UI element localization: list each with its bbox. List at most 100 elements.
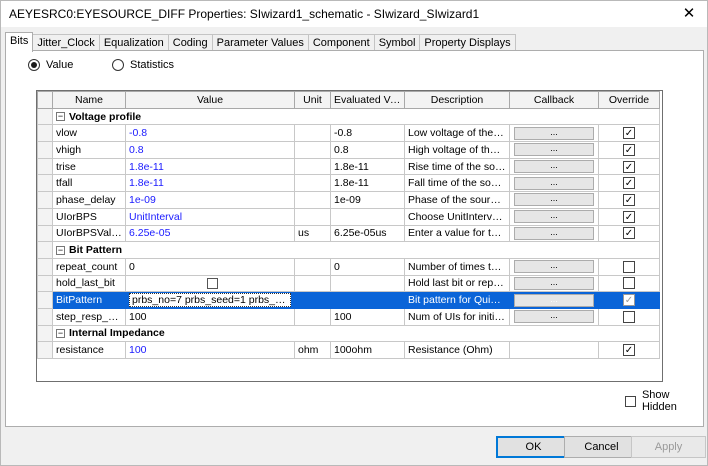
override-checkbox[interactable] [623,260,635,273]
parameter-name-cell[interactable]: tfall [52,174,126,193]
row-header[interactable] [37,224,53,243]
parameter-name-cell[interactable]: vlow [52,124,126,143]
collapse-toggle-icon[interactable]: − [56,329,65,339]
override-checkbox[interactable]: ✓ [623,344,635,357]
override-checkbox[interactable]: ✓ [623,294,635,307]
column-header-unit[interactable]: Unit [294,91,331,109]
parameter-name-cell[interactable]: trise [52,157,126,176]
callback-button[interactable]: ... [514,293,594,307]
table-row[interactable]: hold_last_bit Hold last bit or repeat t..… [37,274,660,293]
parameter-value-cell[interactable]: prbs_no=7 prbs_seed=1 prbs_bitlength=... [125,291,295,309]
column-header-name[interactable]: Name [52,91,126,109]
parameter-value-cell[interactable]: 1.8e-11 [125,157,295,176]
callback-button[interactable]: ... [514,310,594,324]
table-row[interactable]: tfall 1.8e-11 1.8e-11 Fall time of the sour… [37,174,660,193]
bit-pattern-value-input[interactable]: prbs_no=7 prbs_seed=1 prbs_bitlength=... [129,293,291,308]
table-row[interactable]: vlow-0.8-0.8Low voltage of the sour.....… [37,124,660,143]
callback-button[interactable]: ... [514,176,594,190]
callback-button[interactable]: ... [514,126,594,140]
tab-property-displays[interactable]: Property Displays [419,34,516,51]
parameter-name-cell[interactable]: phase_delay [52,191,126,209]
callback-button[interactable]: ... [514,210,594,224]
callback-button[interactable]: ... [514,260,594,274]
column-header-override[interactable]: Override [598,91,660,109]
parameter-value-cell[interactable] [125,274,295,293]
override-checkbox[interactable]: ✓ [623,127,635,140]
tab-equalization[interactable]: Equalization [98,34,169,51]
parameter-name-cell[interactable]: hold_last_bit [52,274,126,293]
parameter-value-cell[interactable]: 6.25e-05 [125,224,295,243]
row-header[interactable] [37,291,53,309]
row-header[interactable] [37,207,53,226]
row-header[interactable] [37,341,53,359]
callback-button[interactable]: ... [514,160,594,174]
apply-button[interactable]: Apply [631,436,706,458]
table-row[interactable]: resistance 100 ohm 100ohm Resistance (Ohm) ✓ [37,341,660,359]
override-checkbox[interactable]: ✓ [623,193,635,206]
parameter-name-cell[interactable]: UIorBPSValue [52,224,126,243]
tab-parameter-values[interactable]: Parameter Values [211,34,309,51]
override-checkbox[interactable]: ✓ [623,143,635,156]
parameter-value-cell[interactable]: 0 [125,257,295,276]
row-header[interactable] [37,141,53,159]
show-hidden-option[interactable]: Show Hidden [625,389,707,413]
parameter-name-cell[interactable]: step_resp_nu... [52,307,126,326]
table-row[interactable]: repeat_count00Number of times to rep....… [37,257,660,276]
parameter-value-cell[interactable]: UnitInterval [125,207,295,226]
parameter-value-cell[interactable]: -0.8 [125,124,295,143]
column-header-description[interactable]: Description [404,91,510,109]
cancel-button[interactable]: Cancel [564,436,639,458]
parameter-value-cell[interactable]: 100 [125,341,295,359]
ok-button[interactable]: OK [496,436,571,458]
row-header[interactable] [37,307,53,326]
column-header-callback[interactable]: Callback [509,91,599,109]
parameter-name-cell[interactable]: vhigh [52,141,126,159]
row-header[interactable] [37,191,53,209]
override-checkbox[interactable]: ✓ [623,227,635,240]
table-row[interactable]: step_resp_nu... 100 100 Num of UIs for init… [37,307,660,326]
table-row[interactable]: UIorBPSValue 6.25e-05 us 6.25e-05us Enter a … [37,224,660,243]
override-checkbox[interactable]: ✓ [623,177,635,190]
parameter-name-cell[interactable]: BitPattern [52,291,126,309]
tab-bits[interactable]: Bits [5,32,34,52]
callback-button[interactable]: ... [514,226,594,240]
override-checkbox[interactable]: ✓ [623,210,635,223]
parameter-name-cell[interactable]: resistance [52,341,126,359]
collapse-toggle-icon[interactable]: − [56,112,65,122]
row-header[interactable] [37,157,53,176]
column-header-evaluated-value[interactable]: Evaluated Value [330,91,405,109]
parameter-name-cell[interactable]: repeat_count [52,257,126,276]
callback-button[interactable]: ... [514,193,594,207]
table-row[interactable]: BitPattern prbs_no=7 prbs_seed=1 prbs_bit… [37,291,660,309]
parameter-value-cell[interactable]: 0.8 [125,141,295,159]
row-header[interactable] [37,124,53,143]
parameter-name-cell[interactable]: UIorBPS [52,207,126,226]
override-checkbox[interactable] [623,277,635,290]
table-row[interactable]: phase_delay 1e-09 1e-09 Phase of the source… [37,191,660,209]
collapse-toggle-icon[interactable]: − [56,245,65,255]
hold-last-bit-checkbox[interactable] [207,278,218,290]
parameter-value-cell[interactable]: 1e-09 [125,191,295,209]
override-checkbox[interactable] [623,310,635,323]
row-header[interactable] [37,174,53,193]
statistics-radio-option[interactable]: Statistics [112,59,174,71]
close-icon[interactable]: ✕ [679,4,699,24]
callback-button[interactable]: ... [514,276,594,290]
row-header[interactable] [37,274,53,293]
override-checkbox[interactable]: ✓ [623,160,635,173]
parameter-value-cell[interactable]: 1.8e-11 [125,174,295,193]
tab-coding[interactable]: Coding [167,34,213,51]
table-row[interactable]: trise 1.8e-11 1.8e-11 Rise time of the sour… [37,157,660,176]
tab-jitter-clock[interactable]: Jitter_Clock [32,34,100,51]
value-radio[interactable] [28,59,40,71]
show-hidden-checkbox[interactable] [625,395,636,407]
tab-component[interactable]: Component [307,34,375,51]
parameter-value-cell[interactable]: 100 [125,307,295,326]
table-row[interactable]: UIorBPS UnitInterval Choose UnitInterval o… [37,207,660,226]
value-radio-option[interactable]: Value [28,59,73,71]
table-row[interactable]: vhigh0.80.8High voltage of the sou......… [37,141,660,159]
column-header-value[interactable]: Value [125,91,295,109]
tab-symbol[interactable]: Symbol [373,34,421,51]
callback-button[interactable]: ... [514,143,594,157]
statistics-radio[interactable] [112,59,124,71]
